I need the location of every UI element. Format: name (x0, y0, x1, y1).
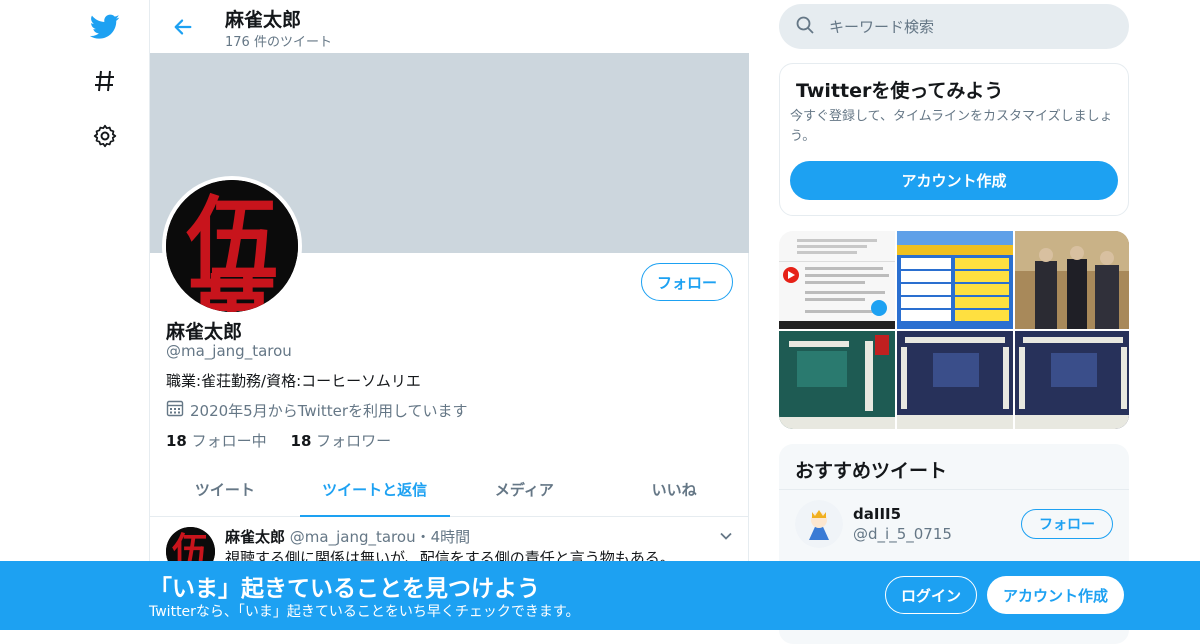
bottom-create-account-button[interactable]: アカウント作成 (987, 576, 1124, 614)
avatar-mahjong-tile-image: 伍 萬 (166, 180, 298, 312)
recommended-user-handle[interactable]: @d_i_5_0715 (853, 525, 952, 543)
search-bar[interactable] (779, 4, 1129, 49)
profile-header-bar: 麻雀太郎 176 件のツイート (150, 0, 749, 53)
calendar-icon (166, 399, 184, 421)
following-count: 18 (166, 432, 187, 450)
bottom-bar-subtitle: Twitterなら、「いま」起きていることをいち早くチェックできます。 (149, 604, 580, 620)
tweet-time[interactable]: ・4時間 (416, 528, 471, 546)
search-icon (795, 15, 815, 39)
joined-text: 2020年5月からTwitterを利用しています (190, 401, 468, 420)
following-label: フォロー中 (191, 432, 267, 450)
create-account-button[interactable]: アカウント作成 (790, 161, 1118, 200)
explore-hashtag-icon[interactable] (88, 64, 122, 98)
profile-tabs: ツイート ツイートと返信 メディア いいね (150, 463, 749, 517)
media-thumb-6-image (1015, 331, 1129, 429)
media-grid (779, 231, 1129, 429)
followers-label: フォロワー (316, 432, 392, 450)
settings-gear-icon[interactable] (88, 119, 122, 153)
profile-stats: 18 フォロー中 18 フォロワー (166, 430, 391, 451)
tab-media[interactable]: メディア (450, 463, 600, 516)
recommended-follow-button[interactable]: フォロー (1021, 509, 1113, 539)
tweet-author-handle[interactable]: @ma_jang_tarou (290, 528, 416, 546)
signup-title: Twitterを使ってみよう (796, 80, 1004, 102)
tab-tweets[interactable]: ツイート (150, 463, 300, 516)
media-thumb-5-image (897, 331, 1013, 429)
media-thumb-mahjong-game-1[interactable] (779, 331, 895, 429)
chevron-down-icon[interactable] (716, 526, 736, 546)
header-profile-name: 麻雀太郎 (225, 9, 302, 31)
avatar-glyph-bottom: 萬 (186, 266, 278, 312)
profile-avatar[interactable]: 伍 萬 (162, 176, 302, 316)
profile-joined: 2020年5月からTwitterを利用しています (166, 399, 468, 421)
tweet-author-name[interactable]: 麻雀太郎 (225, 528, 285, 546)
follow-button[interactable]: フォロー (641, 263, 733, 301)
twitter-logo-icon[interactable] (88, 10, 122, 44)
following-link[interactable]: 18 フォロー中 (166, 432, 267, 450)
profile-column: 麻雀太郎 176 件のツイート 伍 萬 フォロー 麻雀太郎 @ma_jang_t… (149, 0, 749, 630)
followers-count: 18 (290, 432, 312, 450)
profile-name: 麻雀太郎 (166, 321, 243, 343)
recommended-user-name[interactable]: daIII5 (853, 505, 901, 523)
recommended-avatar[interactable] (795, 500, 843, 548)
header-tweet-count: 176 件のツイート (225, 35, 332, 50)
divider (779, 489, 1129, 490)
search-input[interactable] (829, 17, 1099, 36)
tweet-header: 麻雀太郎 @ma_jang_tarou・4時間 (225, 526, 470, 547)
media-thumb-4-image (779, 331, 895, 429)
recommended-title: おすすめツイート (795, 460, 948, 482)
tab-likes[interactable]: いいね (599, 463, 749, 516)
recommended-avatar-image (795, 500, 843, 548)
bottom-bar-title: 「いま」起きていることを見つけよう (149, 576, 540, 602)
media-thumb-video-screenshot[interactable] (779, 231, 895, 329)
login-button[interactable]: ログイン (885, 576, 977, 614)
media-thumb-mahjong-game-3[interactable] (1015, 331, 1129, 429)
back-arrow-icon[interactable] (168, 12, 198, 42)
media-thumb-handshake-photo[interactable] (1015, 231, 1129, 329)
profile-handle: @ma_jang_tarou (166, 342, 292, 360)
media-thumb-3-image (1015, 231, 1129, 329)
signup-box: Twitterを使ってみよう 今すぐ登録して、タイムラインをカスタマイズしましょ… (779, 63, 1129, 216)
profile-bio: 職業:雀荘勤務/資格:コーヒーソムリエ (166, 372, 421, 390)
media-thumb-2-image (897, 231, 1013, 329)
tab-tweets-and-replies[interactable]: ツイートと返信 (299, 463, 450, 517)
media-thumb-tv-poll-chart[interactable] (897, 231, 1013, 329)
bottom-signup-bar: 「いま」起きていることを見つけよう Twitterなら、「いま」起きていることを… (0, 561, 1200, 630)
media-thumb-mahjong-game-2[interactable] (897, 331, 1013, 429)
followers-link[interactable]: 18 フォロワー (291, 432, 392, 450)
signup-description: 今すぐ登録して、タイムラインをカスタマイズしましょう。 (790, 109, 1113, 144)
media-thumb-1-image (779, 231, 895, 329)
